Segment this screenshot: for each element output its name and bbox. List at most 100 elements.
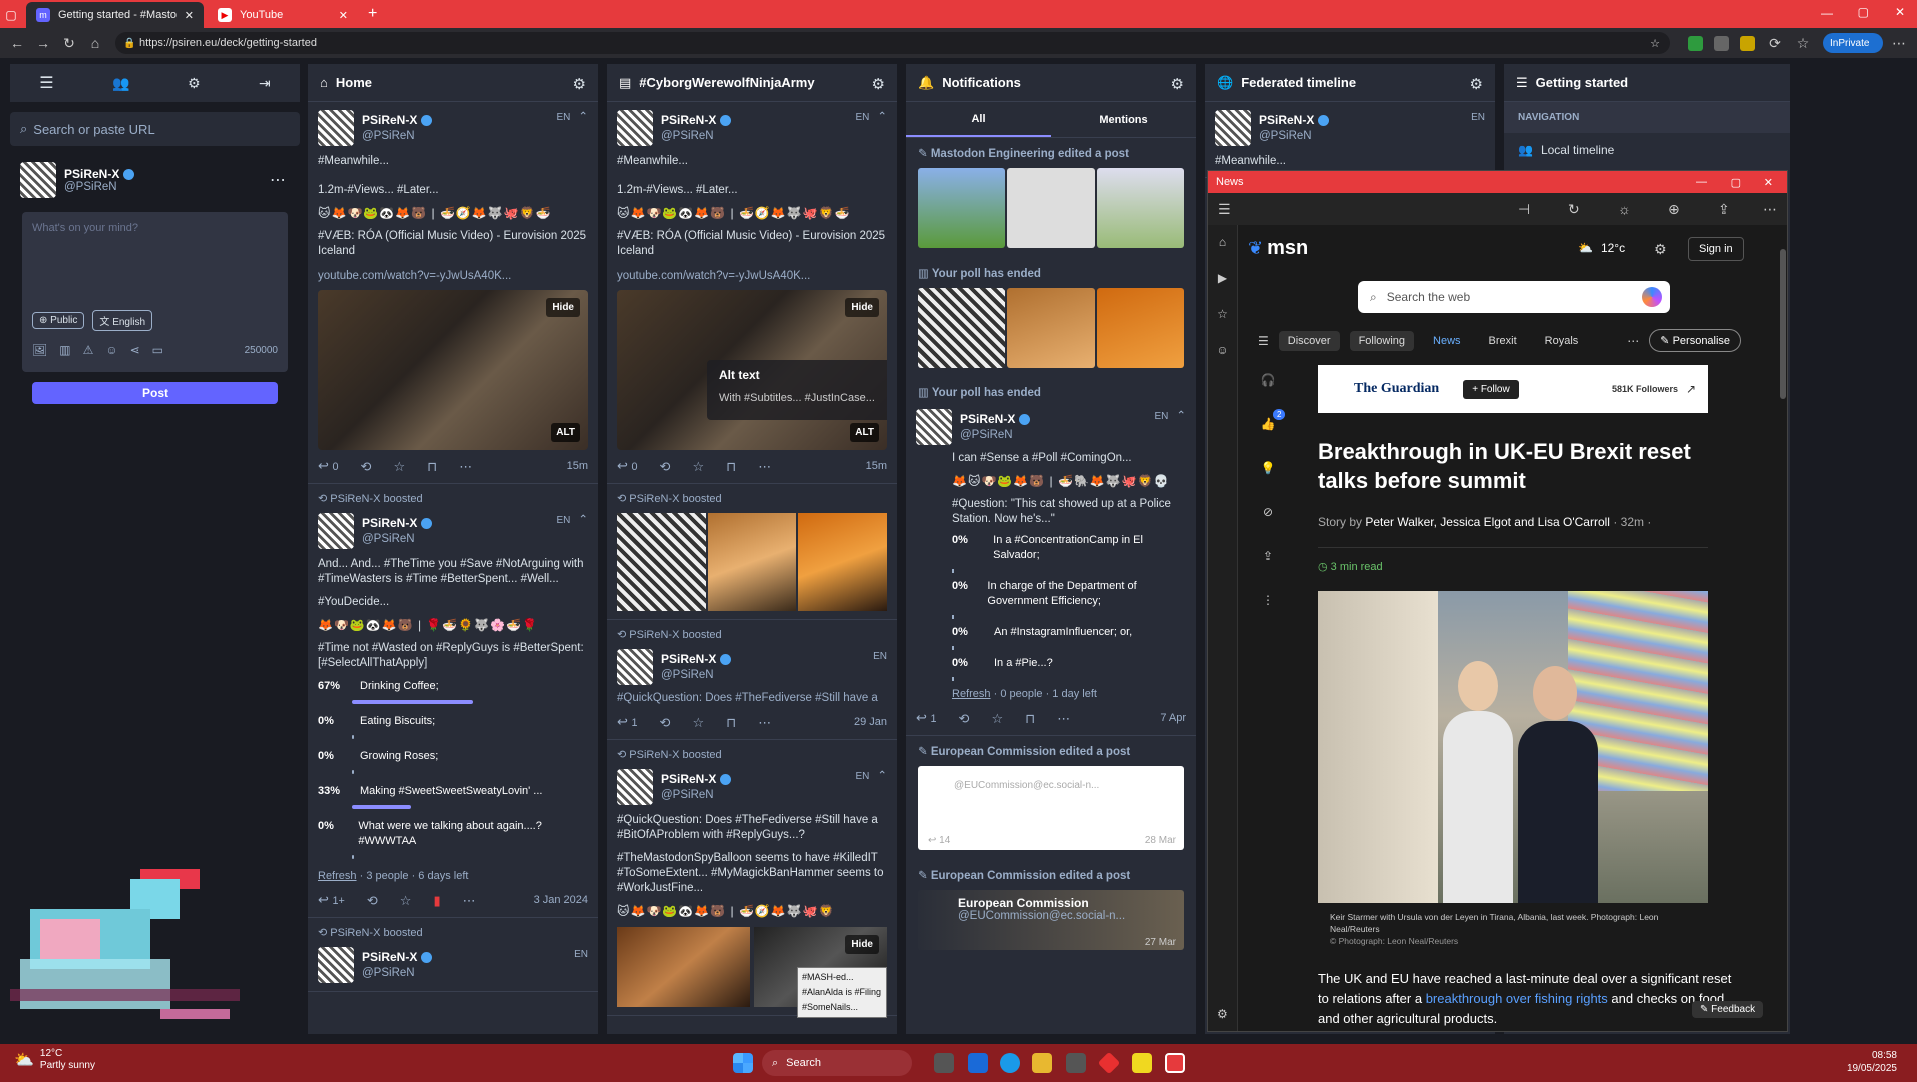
boost-icon[interactable]: ⟲: [660, 459, 671, 474]
notification-item[interactable]: ✎ European Commission edited a post Euro…: [906, 860, 1196, 950]
tab-mentions[interactable]: Mentions: [1051, 114, 1196, 126]
poll[interactable]: 67% Drinking Coffee; 0% Eating Biscuits; 0% G…: [318, 679, 588, 859]
weather-widget[interactable]: ⛅ 12°c: [1578, 241, 1625, 255]
attach-media-icon[interactable]: 🖼: [32, 343, 47, 357]
column-header[interactable]: ☰ Getting started: [1504, 64, 1790, 102]
publisher-logo[interactable]: The Guardian: [1354, 381, 1439, 397]
column-settings-icon[interactable]: ⚙: [1470, 75, 1483, 93]
collapse-icon[interactable]: ⌃: [877, 110, 887, 125]
column-settings-icon[interactable]: ⚙: [1171, 75, 1184, 93]
media-gallery[interactable]: Hide #MASH-ed... #AlanAlda is #Filing #S…: [617, 927, 887, 1018]
content-warning-icon[interactable]: ⚠: [83, 343, 94, 357]
status-post[interactable]: ⟲ PSiReN-X boosted PSiReN-X @PSiReN EN: [308, 918, 598, 992]
sign-in-button[interactable]: Sign in: [1688, 237, 1744, 261]
close-tab-icon[interactable]: ✕: [185, 9, 194, 22]
people-icon[interactable]: 👥: [112, 75, 129, 92]
status-post[interactable]: ⟲ PSiReN-X boosted PSiReN-X @PSiReN EN ⌃…: [308, 484, 598, 918]
boost-icon[interactable]: ⟲: [959, 711, 970, 726]
quoted-post[interactable]: @EUCommission@ec.social-n... ↩ 14 28 Mar: [918, 766, 1184, 850]
scrollbar[interactable]: [1780, 249, 1786, 399]
status-post[interactable]: ⟲ PSiReN-X boosted PSiReN-X @PSiReN EN ⌃…: [607, 740, 897, 1018]
media-image[interactable]: [1007, 168, 1095, 248]
avatar[interactable]: [1215, 110, 1251, 146]
more-icon[interactable]: ⋯: [758, 715, 771, 730]
column-header[interactable]: 🔔 Notifications ⚙: [906, 64, 1196, 102]
notification-item[interactable]: ✎ European Commission edited a post @EUC…: [906, 736, 1196, 850]
app-icon[interactable]: [1097, 1051, 1121, 1075]
emoji-icon[interactable]: ☺: [105, 343, 117, 357]
smiley-icon[interactable]: ☺: [1216, 343, 1228, 357]
status-post[interactable]: PSiReN-X @PSiReN EN #Meanwhile...: [1205, 102, 1495, 178]
poll-option[interactable]: 0% In a #Pie...?: [952, 656, 1186, 671]
home-icon[interactable]: ⌂: [1219, 235, 1226, 249]
msn-logo[interactable]: ❦ msn: [1248, 237, 1308, 260]
menu-icon[interactable]: ☰: [39, 73, 53, 93]
media-gallery[interactable]: [617, 513, 888, 611]
column-header[interactable]: ⌂ Home ⚙: [308, 64, 598, 102]
quoted-post[interactable]: European Commission @EUCommission@ec.soc…: [918, 890, 1184, 950]
avatar[interactable]: [318, 513, 354, 549]
minimize-icon[interactable]: —: [1696, 176, 1707, 188]
close-window-icon[interactable]: ✕: [1764, 176, 1773, 189]
maximize-icon[interactable]: ▢: [1858, 5, 1869, 19]
reply-icon[interactable]: ↩ 1: [617, 714, 638, 731]
avatar[interactable]: [617, 769, 653, 805]
close-window-icon[interactable]: ✕: [1895, 5, 1905, 19]
settings-icon[interactable]: ⚙: [1217, 1007, 1228, 1021]
poll-icon[interactable]: ▥: [59, 343, 70, 357]
column-settings-icon[interactable]: ⚙: [872, 75, 885, 93]
minimize-icon[interactable]: —: [1821, 6, 1833, 20]
new-tab-button[interactable]: +: [368, 5, 377, 23]
avatar[interactable]: [916, 409, 952, 445]
edge-icon[interactable]: [1000, 1053, 1020, 1073]
notification-item[interactable]: ▥ Your poll has ended PSiReN-X @PSiReN E…: [906, 378, 1196, 736]
globe-icon[interactable]: ⊕: [1668, 201, 1680, 218]
menu-icon[interactable]: ☰: [1218, 201, 1231, 218]
poll-option[interactable]: 0% What were we talking about again....? …: [318, 819, 588, 849]
poll-option[interactable]: 0% Eating Biscuits;: [318, 714, 588, 729]
favourite-icon[interactable]: ☆: [991, 711, 1003, 726]
status-post[interactable]: PSiReN-X @PSiReN EN ⌃ #Meanwhile... 1.2m…: [607, 102, 897, 484]
home-icon[interactable]: ⌂: [86, 34, 104, 52]
search-input[interactable]: ⌕ Search or paste URL: [10, 112, 300, 146]
media-image[interactable]: [1096, 168, 1184, 248]
article-photo[interactable]: [1318, 591, 1708, 903]
status-post[interactable]: ⟲ PSiReN-X boosted: [607, 484, 897, 620]
bookmark-icon[interactable]: ⊓: [726, 459, 736, 474]
pin-icon[interactable]: ⊣: [1518, 201, 1530, 218]
more-icon[interactable]: ⋯: [270, 170, 286, 190]
notification-item[interactable]: ✎ Mastodon Engineering edited a post: [906, 138, 1196, 248]
media-image[interactable]: [918, 288, 1006, 368]
avatar[interactable]: [20, 162, 56, 198]
edge-inprivate-icon[interactable]: [1165, 1053, 1185, 1073]
video-icon[interactable]: ▶: [1218, 271, 1227, 285]
poll-option[interactable]: 33% Making #SweetSweetSweatyLovin' ...: [318, 784, 588, 799]
schedule-icon[interactable]: ▭: [152, 343, 163, 357]
favourite-icon[interactable]: ☆: [400, 893, 412, 908]
feedback-button[interactable]: ✎ Feedback: [1692, 1001, 1764, 1018]
poll-option[interactable]: 0% Growing Roses;: [318, 749, 588, 764]
notification-item[interactable]: ▥ Your poll has ended: [906, 258, 1196, 368]
reply-icon[interactable]: ↩ 0: [318, 458, 339, 475]
more-icon[interactable]: ⋯: [758, 459, 771, 474]
listen-icon[interactable]: 🎧: [1261, 373, 1276, 387]
collapse-icon[interactable]: ⌃: [877, 769, 887, 784]
share-icon[interactable]: ⇪: [1263, 549, 1273, 563]
tab-getting-started[interactable]: m Getting started - #MastodonSpyB... ✕: [26, 2, 204, 28]
close-tab-icon[interactable]: ✕: [339, 9, 348, 22]
bookmark-icon[interactable]: ⊓: [726, 715, 736, 730]
weather-widget[interactable]: ⛅ 12°C Partly sunny: [14, 1048, 95, 1072]
file-explorer-icon[interactable]: [1032, 1053, 1052, 1073]
favourite-icon[interactable]: ☆: [692, 715, 704, 730]
more-icon[interactable]: ⋮: [1262, 593, 1274, 607]
tab-youtube[interactable]: ▶ YouTube ✕: [208, 2, 358, 28]
url-field[interactable]: 🔒 https://psiren.eu/deck/getting-started…: [115, 32, 1670, 54]
media-image[interactable]: [798, 513, 888, 611]
poll[interactable]: 0% In a #ConcentrationCamp in El Salvador…: [952, 533, 1186, 681]
avatar[interactable]: [617, 649, 653, 685]
sync-icon[interactable]: ⟳: [1766, 34, 1784, 52]
boost-icon[interactable]: ⟲: [361, 459, 372, 474]
preferences-icon[interactable]: ⚙: [188, 75, 201, 92]
boost-icon[interactable]: ⟲: [367, 893, 378, 908]
favourite-icon[interactable]: ☆: [692, 459, 704, 474]
